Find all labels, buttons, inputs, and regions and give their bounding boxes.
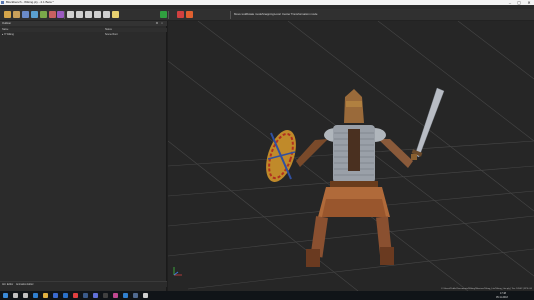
new-file-icon[interactable] bbox=[4, 11, 11, 18]
paint-app-icon[interactable] bbox=[113, 293, 118, 298]
search-icon[interactable] bbox=[13, 293, 18, 298]
discord-icon[interactable] bbox=[93, 293, 98, 298]
outliner-panel: Outliner ⚙ × Name Status ▸ ☐ Wiking Scen… bbox=[0, 21, 167, 291]
local-label[interactable]: Local bbox=[274, 12, 281, 17]
record-icon[interactable] bbox=[177, 11, 184, 18]
column-status-header[interactable]: Status bbox=[105, 28, 112, 32]
windows-taskbar: 17:48 05.11.2018 bbox=[0, 291, 534, 300]
tree-row-name: ▸ ☐ Wiking bbox=[2, 33, 14, 36]
play-icon[interactable] bbox=[160, 11, 167, 18]
toolbar-separator bbox=[64, 11, 65, 19]
browser-icon[interactable] bbox=[33, 293, 38, 298]
open-folder-icon[interactable] bbox=[13, 11, 20, 18]
outliner-header: Outliner ⚙ × bbox=[0, 21, 167, 26]
scale-tool-icon[interactable] bbox=[85, 11, 92, 18]
eye-icon[interactable] bbox=[94, 11, 101, 18]
move-tool-icon[interactable] bbox=[67, 11, 74, 18]
tab-attr-editor[interactable]: Attr. Editor bbox=[2, 283, 13, 287]
chrome-icon[interactable] bbox=[73, 293, 78, 298]
task-view-icon[interactable] bbox=[23, 293, 28, 298]
editor-icon[interactable] bbox=[123, 293, 128, 298]
outliner-column-header: Name Status bbox=[0, 28, 167, 32]
viewport-status-text: C:/Users/Public/Documents/Wiking/Warrior… bbox=[441, 288, 532, 290]
rotate-mode-label[interactable]: Rotate mode bbox=[246, 12, 262, 17]
panel-settings-icon[interactable]: ⚙ bbox=[155, 21, 159, 26]
move-tool-label[interactable]: Move tool bbox=[234, 12, 246, 17]
tree-row-status: Scene Root bbox=[105, 33, 118, 36]
steam-icon[interactable] bbox=[83, 293, 88, 298]
axis-indicator bbox=[173, 267, 182, 276]
stop-icon[interactable] bbox=[186, 11, 193, 18]
add-group-icon[interactable] bbox=[40, 11, 47, 18]
camera-icon[interactable] bbox=[103, 11, 110, 18]
light-bulb-icon[interactable] bbox=[112, 11, 119, 18]
tab-animation-editor[interactable]: Animation Editor bbox=[16, 283, 34, 287]
panel-close-icon[interactable]: × bbox=[160, 21, 164, 26]
outliner-title: Outliner bbox=[2, 22, 12, 25]
warrior-model bbox=[266, 87, 445, 267]
paint-icon[interactable] bbox=[57, 11, 64, 18]
toolbar-separator bbox=[168, 11, 169, 19]
app-logo-icon bbox=[1, 1, 4, 4]
start-icon[interactable] bbox=[3, 293, 8, 298]
main-toolbar: Move tool Rotate mode Snapping Local Cen… bbox=[0, 9, 534, 21]
viewport-scene bbox=[168, 21, 534, 291]
column-name-header[interactable]: Name bbox=[2, 28, 8, 32]
center-label[interactable]: Center bbox=[282, 12, 290, 17]
texture-icon[interactable] bbox=[49, 11, 56, 18]
clock-date[interactable]: 05.11.2018 bbox=[496, 296, 508, 300]
app-window: Blockbench - Wiking.ply - 2.1 Beta * – ▢… bbox=[0, 0, 534, 300]
toolbar-separator bbox=[230, 11, 231, 19]
store-icon[interactable] bbox=[53, 293, 58, 298]
rotate-tool-icon[interactable] bbox=[76, 11, 83, 18]
snapping-label[interactable]: Snapping bbox=[262, 12, 274, 17]
folder-icon[interactable] bbox=[43, 293, 48, 298]
save-icon[interactable] bbox=[22, 11, 29, 18]
terminal-icon[interactable] bbox=[103, 293, 108, 298]
active-app-icon[interactable] bbox=[143, 293, 148, 298]
left-panel-tabs: Attr. Editor Animation Editor bbox=[0, 281, 167, 287]
add-cube-icon[interactable] bbox=[31, 11, 38, 18]
3d-viewport[interactable]: C:/Users/Public/Documents/Wiking/Warrior… bbox=[168, 21, 534, 291]
mail-icon[interactable] bbox=[63, 293, 68, 298]
blockbench-icon[interactable] bbox=[133, 293, 138, 298]
transformation-mode-label[interactable]: Transformation mode bbox=[291, 12, 317, 17]
tree-row[interactable]: ▸ ☐ Wiking Scene Root bbox=[0, 33, 167, 37]
